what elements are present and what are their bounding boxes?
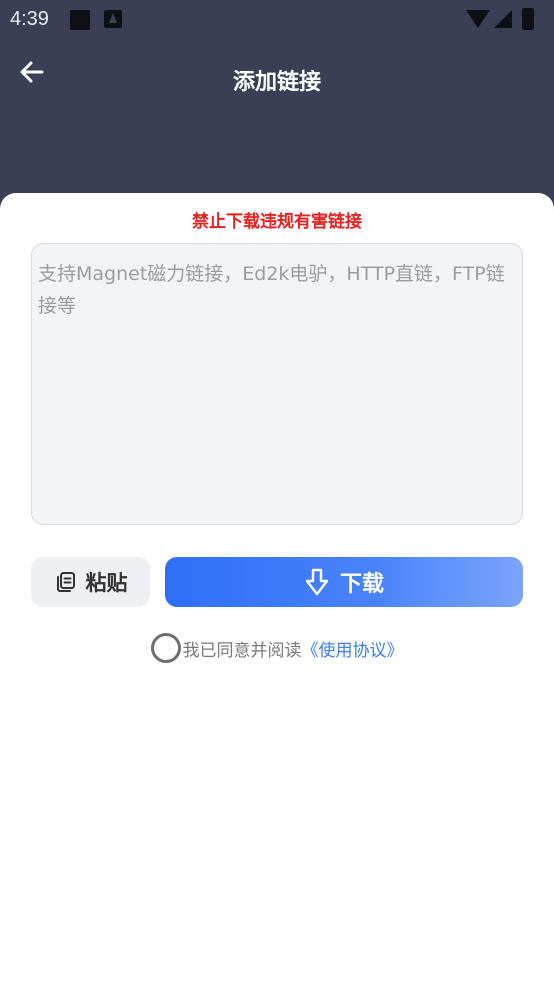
page-title: 添加链接 bbox=[232, 70, 321, 95]
link-input[interactable] bbox=[31, 243, 523, 525]
add-link-card: 禁止下载违规有害链接 粘贴 下载 我已同意并阅读 《使用协议》 bbox=[0, 193, 554, 984]
agree-radio[interactable] bbox=[150, 633, 181, 663]
wifi-icon bbox=[466, 10, 490, 28]
download-button[interactable]: 下载 bbox=[165, 557, 523, 607]
download-icon bbox=[305, 568, 329, 596]
download-button-label: 下载 bbox=[339, 572, 384, 597]
agreement-row: 我已同意并阅读 《使用协议》 bbox=[0, 633, 554, 663]
signal-icon bbox=[494, 10, 512, 28]
status-time: 4:39 bbox=[10, 8, 49, 30]
battery-icon bbox=[522, 8, 534, 30]
status-bar: 4:39 bbox=[0, 0, 554, 40]
notification-a-icon bbox=[104, 10, 122, 28]
status-icons bbox=[466, 8, 546, 30]
notification-square-icon bbox=[70, 10, 90, 30]
paste-button-label: 粘贴 bbox=[85, 571, 128, 595]
paste-button[interactable]: 粘贴 bbox=[31, 557, 150, 607]
app-header: 添加链接 bbox=[0, 40, 554, 120]
agreement-text: 我已同意并阅读 bbox=[182, 640, 302, 661]
paste-icon bbox=[56, 572, 75, 592]
warning-text: 禁止下载违规有害链接 bbox=[192, 212, 362, 232]
terms-link[interactable]: 《使用协议》 bbox=[302, 636, 404, 661]
